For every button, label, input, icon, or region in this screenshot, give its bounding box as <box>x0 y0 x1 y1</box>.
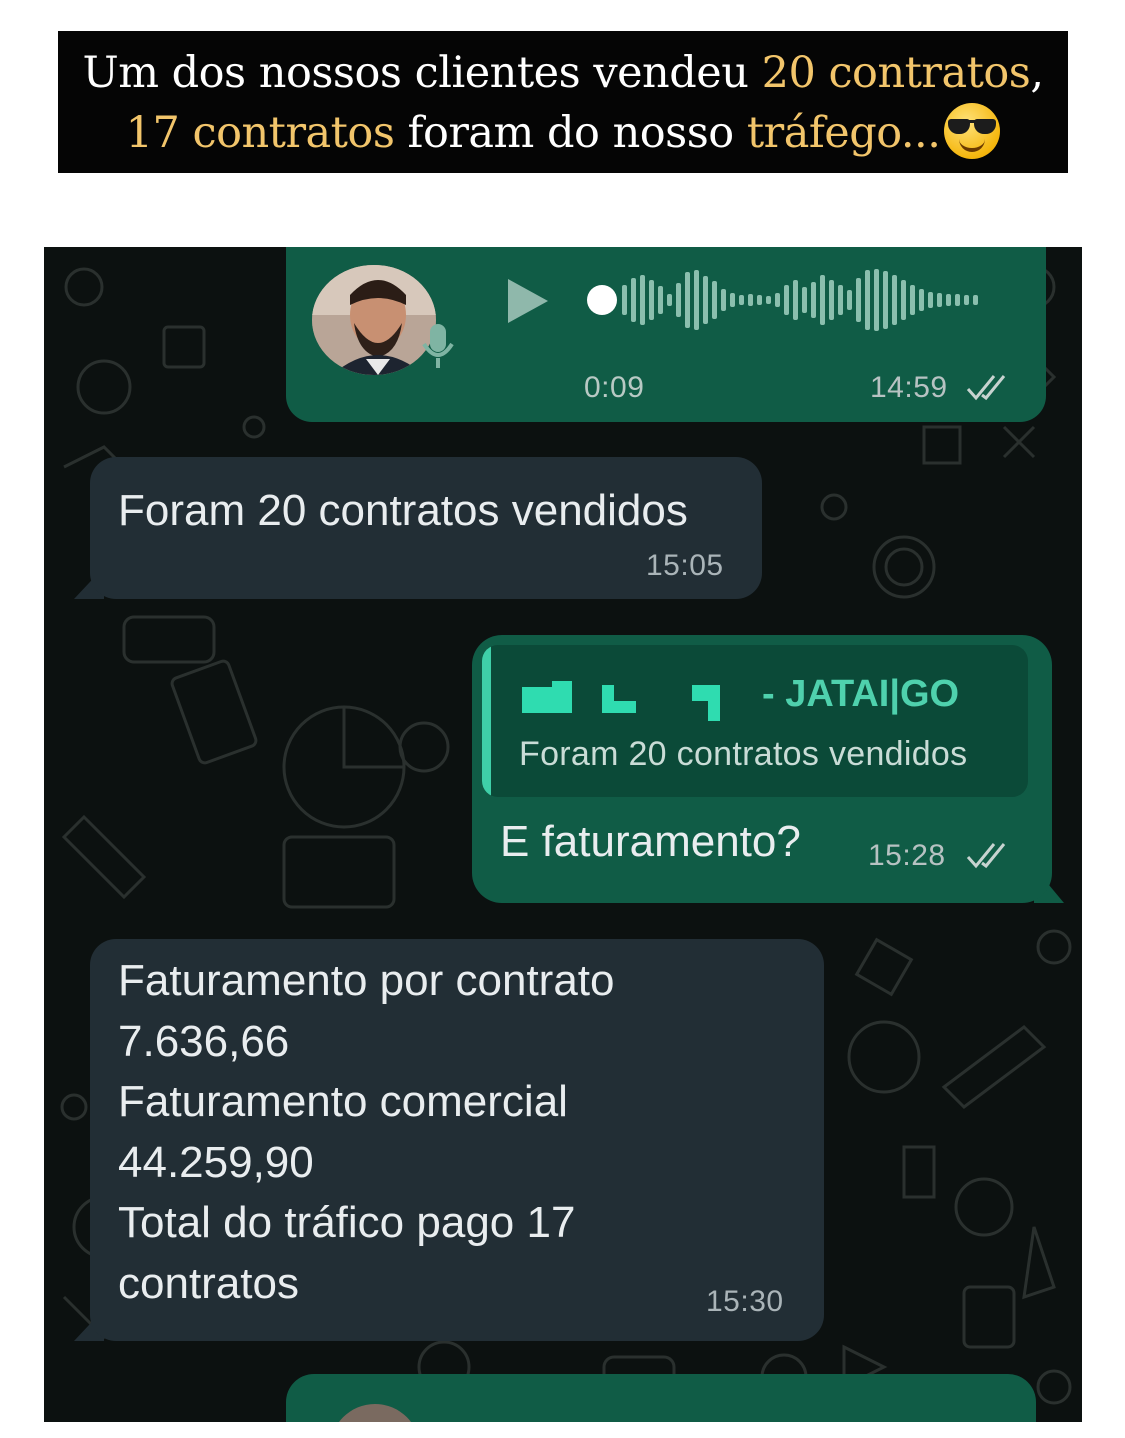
outgoing-reply-message[interactable]: - JATAI|GO Foram 20 contratos vendidos E… <box>472 635 1052 903</box>
waveform-bar <box>748 294 753 306</box>
message-text: Faturamento por contrato 7.636,66 Fatura… <box>118 951 614 1314</box>
waveform-bar <box>811 282 816 318</box>
chat-screenshot: 0:09 14:59 Foram 20 contratos vendidos 1… <box>44 247 1082 1422</box>
waveform-bar <box>649 280 654 320</box>
waveform-bar <box>712 281 717 319</box>
waveform-bar <box>937 293 942 307</box>
waveform-bar <box>802 287 807 313</box>
waveform-bar <box>946 294 951 306</box>
waveform-bar <box>919 289 924 311</box>
caption-highlight: 17 contratos <box>125 108 395 158</box>
redacted-name <box>708 685 720 721</box>
quoted-text: Foram 20 contratos vendidos <box>519 735 968 773</box>
waveform-bar <box>928 292 933 308</box>
waveform-bar <box>730 293 735 307</box>
caption-banner: Um dos nossos clientes vendeu 20 contrat… <box>58 31 1068 173</box>
waveform-bar <box>694 270 699 330</box>
waveform-bar <box>721 289 726 311</box>
waveform-bar <box>703 276 708 324</box>
caption-text: , <box>1030 48 1044 98</box>
voice-message-bubble[interactable]: 0:09 14:59 <box>286 247 1046 422</box>
message-text: E faturamento? <box>500 817 801 866</box>
message-text: Foram 20 contratos vendidos <box>118 486 688 535</box>
message-line: 7.636,66 <box>118 1016 290 1066</box>
message-line: Total do tráfico pago 17 <box>118 1198 576 1247</box>
quote-bar <box>482 645 491 797</box>
waveform-bar <box>910 285 915 315</box>
waveform-bar <box>658 286 663 314</box>
incoming-message[interactable]: Foram 20 contratos vendidos 15:05 <box>90 457 762 599</box>
voice-message-bubble[interactable] <box>286 1374 1036 1422</box>
redacted-name <box>552 681 572 713</box>
read-receipt-icon <box>966 843 1006 869</box>
message-time: 14:59 <box>870 371 948 404</box>
read-receipt-icon <box>966 375 1006 401</box>
voice-duration: 0:09 <box>584 371 645 404</box>
waveform-bar <box>631 278 636 322</box>
waveform-bar <box>739 295 744 305</box>
waveform-bar <box>640 275 645 325</box>
waveform-bar <box>667 294 672 306</box>
waveform-bar <box>757 295 762 305</box>
redacted-name <box>602 685 614 713</box>
waveform-bar <box>820 275 825 325</box>
waveform-bar <box>838 285 843 315</box>
waveform-bar <box>955 294 960 306</box>
caption-highlight: tráfego... <box>746 108 941 158</box>
waveform-bar <box>964 295 969 305</box>
caption-text: Um dos nossos clientes vendeu <box>82 48 762 98</box>
redacted-name <box>614 701 636 713</box>
waveform-bar <box>874 269 879 331</box>
audio-waveform[interactable] <box>586 265 996 335</box>
waveform-bar <box>676 283 681 317</box>
waveform-bar <box>847 290 852 310</box>
message-line: Faturamento por contrato <box>118 956 615 1005</box>
caption-text: foram do nosso <box>394 108 747 158</box>
waveform-bar <box>892 275 897 325</box>
waveform-bar <box>784 285 789 315</box>
waveform-bar <box>775 293 780 307</box>
message-line: Faturamento comercial <box>118 1077 568 1126</box>
incoming-message[interactable]: Faturamento por contrato 7.636,66 Fatura… <box>90 939 824 1341</box>
waveform-bar <box>973 295 978 305</box>
quoted-author: - JATAI|GO <box>762 673 960 715</box>
waveform-bar <box>829 280 834 320</box>
message-line: 44.259,90 <box>118 1137 314 1187</box>
microphone-icon <box>420 322 456 377</box>
message-time: 15:30 <box>706 1285 784 1318</box>
message-line: contratos <box>118 1258 299 1308</box>
sender-avatar <box>330 1404 420 1422</box>
redacted-name <box>522 687 552 713</box>
waveform-bar <box>856 278 861 322</box>
waveform-bar <box>883 271 888 329</box>
caption-line-1: Um dos nossos clientes vendeu 20 contrat… <box>58 43 1068 103</box>
waveform-bar <box>766 296 771 304</box>
message-time: 15:05 <box>646 549 724 582</box>
waveform-bar <box>901 280 906 320</box>
quoted-message[interactable]: - JATAI|GO Foram 20 contratos vendidos <box>482 645 1028 797</box>
play-icon[interactable] <box>504 275 552 332</box>
waveform-bar <box>685 272 690 328</box>
message-time: 15:28 <box>868 839 946 872</box>
caption-line-2: 17 contratos foram do nosso tráfego... <box>58 103 1068 163</box>
sender-avatar <box>312 265 436 375</box>
caption-highlight: 20 contratos <box>761 48 1031 98</box>
waveform-bar <box>865 270 870 330</box>
waveform-bar <box>622 285 627 315</box>
waveform-bar <box>793 280 798 320</box>
smiling-face-with-sunglasses-icon <box>944 103 1001 159</box>
